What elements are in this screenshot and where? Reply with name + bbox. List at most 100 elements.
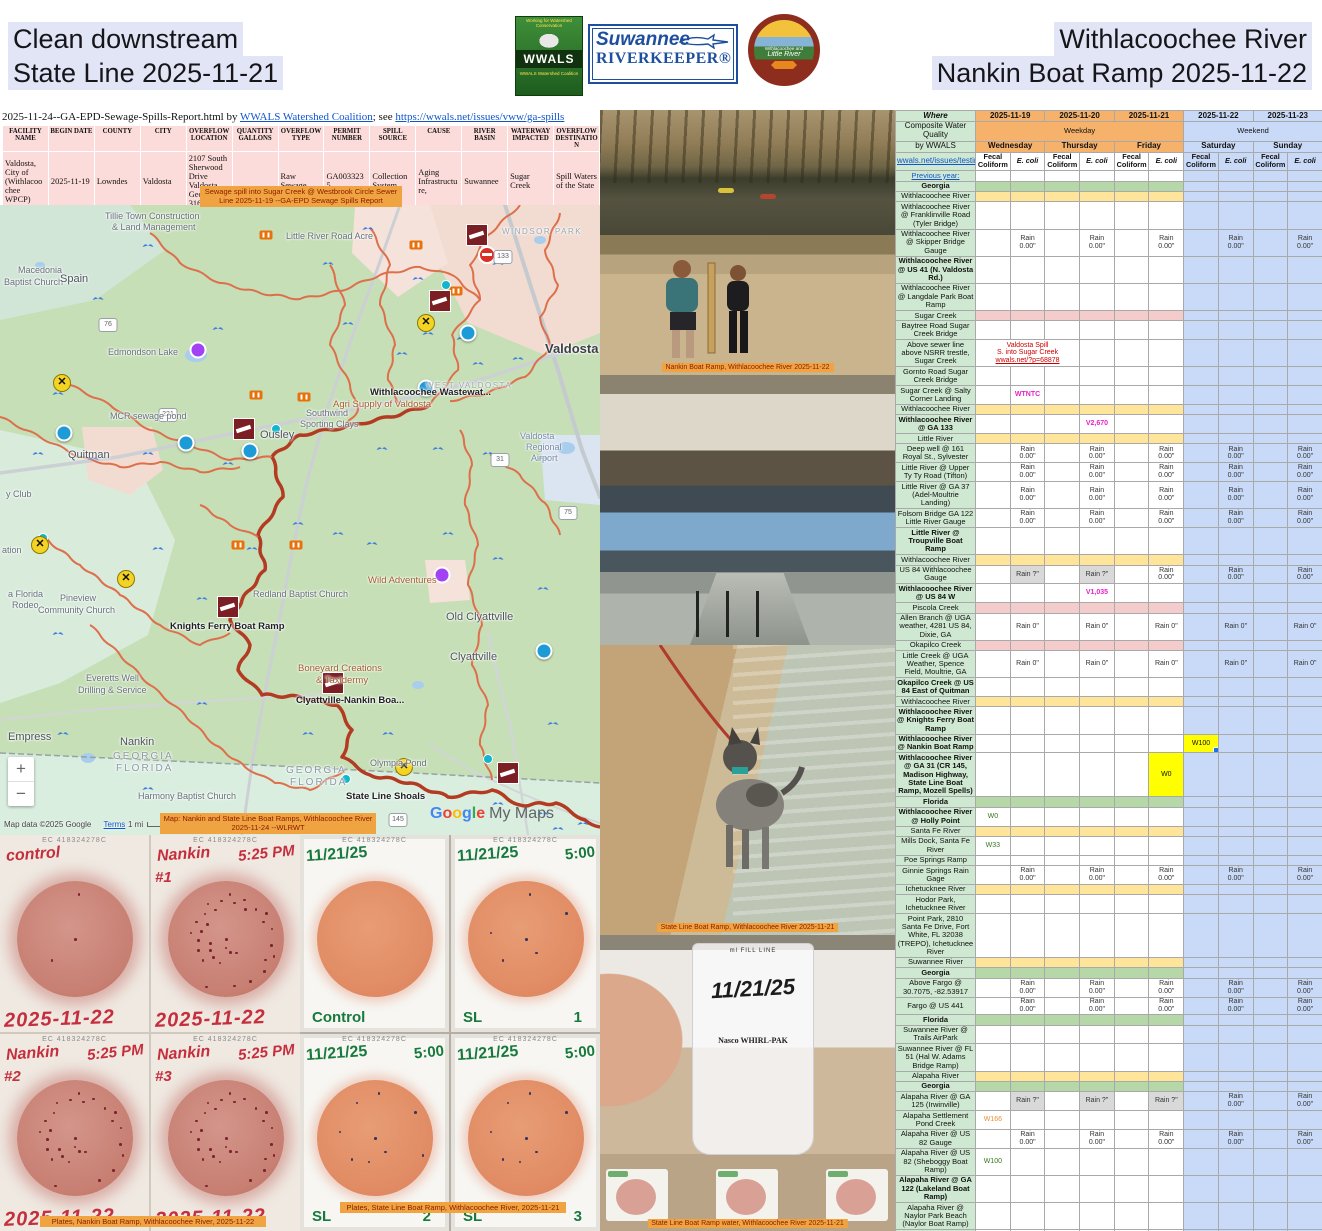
bird-marker[interactable] <box>513 355 524 362</box>
wq-row: Alapaha River @ GA 122 (Lakeland Boat Ra… <box>896 1175 1322 1202</box>
zoom-in-button[interactable]: + <box>8 757 34 782</box>
bird-marker[interactable] <box>247 545 258 552</box>
railroad-crossing-marker[interactable]: ✕ <box>117 570 135 588</box>
bird-marker[interactable] <box>143 242 154 249</box>
gauge-dot-marker[interactable] <box>483 754 493 764</box>
bridge-marker[interactable] <box>410 241 423 250</box>
bird-marker[interactable] <box>197 595 208 602</box>
bridge-marker[interactable] <box>290 541 303 550</box>
wq-row: Santa Fe River <box>896 826 1322 836</box>
data-cell <box>1080 895 1115 914</box>
bird-marker[interactable] <box>153 545 164 552</box>
spill-note-cell[interactable]: Valdosta SpillS. into Sugar Creekwwals.n… <box>976 340 1080 367</box>
poi-marker[interactable] <box>536 643 553 660</box>
poi-marker[interactable] <box>56 425 73 442</box>
railroad-crossing-marker[interactable]: ✕ <box>417 314 435 332</box>
ramp-rail-post <box>696 591 699 637</box>
colony-speck <box>200 930 203 933</box>
bird-marker[interactable] <box>303 730 314 737</box>
testing-link-cell[interactable]: wwals.net/issues/testing/ <box>896 152 976 170</box>
data-cell <box>1010 555 1045 565</box>
bird-marker[interactable] <box>493 555 504 562</box>
data-cell <box>1184 807 1219 826</box>
bird-marker[interactable] <box>223 460 234 467</box>
wq-row: Florida <box>896 1015 1322 1025</box>
data-cell <box>1218 826 1253 836</box>
zoom-out-button[interactable]: − <box>8 782 34 806</box>
site-label: Okapilco Creek <box>896 640 976 650</box>
data-cell <box>1288 415 1322 434</box>
data-cell <box>1288 311 1322 321</box>
bird-marker[interactable] <box>213 325 224 332</box>
railroad-crossing-marker[interactable]: ✕ <box>53 374 71 392</box>
railroad-crossing-marker[interactable]: ✕ <box>31 536 49 554</box>
colony-speck <box>229 951 232 954</box>
data-cell: Rain 0.00" <box>1288 1129 1322 1148</box>
map-terms-link[interactable]: Terms <box>104 820 126 829</box>
wwals-coalition-link[interactable]: WWALS Watershed Coalition <box>240 111 373 123</box>
dish-time-handwriting: 5:25 PM <box>238 1041 296 1064</box>
bird-marker[interactable] <box>343 320 354 327</box>
bridge-marker[interactable] <box>450 287 463 296</box>
data-cell <box>1149 404 1184 414</box>
bird-marker[interactable] <box>538 585 549 592</box>
map[interactable]: ✕✕✕✕✕133762213175145Tillie Town Construc… <box>0 205 600 835</box>
bird-marker[interactable] <box>53 630 64 637</box>
data-cell: Rain ?" <box>1080 1092 1115 1111</box>
data-cell <box>1080 1071 1115 1081</box>
data-cell <box>1045 807 1080 826</box>
data-cell <box>1218 367 1253 386</box>
poi-marker[interactable] <box>460 325 477 342</box>
data-cell <box>1253 866 1288 885</box>
poi-marker[interactable] <box>242 443 259 460</box>
boat-ramp-marker[interactable] <box>497 762 519 784</box>
colony-speck <box>92 1098 95 1101</box>
boat-ramp-marker[interactable] <box>217 596 239 618</box>
boat-ramp-marker[interactable] <box>429 290 451 312</box>
bird-marker[interactable] <box>578 820 589 827</box>
bird-marker[interactable] <box>397 350 408 357</box>
ga-spills-link[interactable]: https://wwals.net/issues/vww/ga-spills <box>395 111 564 123</box>
data-cell: Rain 0.00" <box>1010 866 1045 885</box>
bird-marker[interactable] <box>548 720 559 727</box>
attraction-marker[interactable] <box>190 342 207 359</box>
data-cell <box>976 1092 1011 1111</box>
bird-marker[interactable] <box>443 530 454 537</box>
data-cell <box>1149 797 1184 807</box>
data-cell <box>1253 1015 1288 1025</box>
wq-row: Alapaha River @ Naylor Park Beach (Naylo… <box>896 1203 1322 1230</box>
colony-speck <box>212 956 215 959</box>
bird-marker[interactable] <box>333 530 344 537</box>
bird-marker[interactable] <box>93 295 104 302</box>
site-label: Withlacoochee River @ Langdale Park Boat… <box>896 283 976 310</box>
data-cell <box>1288 753 1322 797</box>
data-cell <box>1114 1203 1149 1230</box>
bird-marker[interactable] <box>553 825 564 832</box>
bird-marker[interactable] <box>473 360 484 367</box>
where-header: by WWALS <box>896 141 976 152</box>
dish-time-handwriting: 5:25 PM <box>238 842 296 865</box>
gauge-dot-marker[interactable] <box>441 280 451 290</box>
bridge-marker[interactable] <box>232 541 245 550</box>
bird-marker[interactable] <box>323 260 334 267</box>
data-cell <box>1045 1129 1080 1148</box>
bird-marker[interactable] <box>58 730 69 737</box>
bird-marker[interactable] <box>383 730 394 737</box>
bridge-marker[interactable] <box>250 391 263 400</box>
bird-marker[interactable] <box>293 520 304 527</box>
bird-marker[interactable] <box>367 540 378 547</box>
poi-marker[interactable] <box>178 435 195 452</box>
bird-marker[interactable] <box>413 275 424 282</box>
bird-marker[interactable] <box>377 445 388 452</box>
bird-marker[interactable] <box>197 700 208 707</box>
bird-marker[interactable] <box>433 445 444 452</box>
bird-marker[interactable] <box>143 450 154 457</box>
bird-marker[interactable] <box>33 450 44 457</box>
bridge-marker[interactable] <box>260 231 273 240</box>
boat-ramp-marker[interactable] <box>233 418 255 440</box>
site-label[interactable]: Previous year: <box>896 171 976 181</box>
boat-ramp-marker[interactable] <box>466 224 488 246</box>
bridge-marker[interactable] <box>298 393 311 402</box>
data-cell <box>1218 171 1253 181</box>
data-cell <box>1149 434 1184 444</box>
